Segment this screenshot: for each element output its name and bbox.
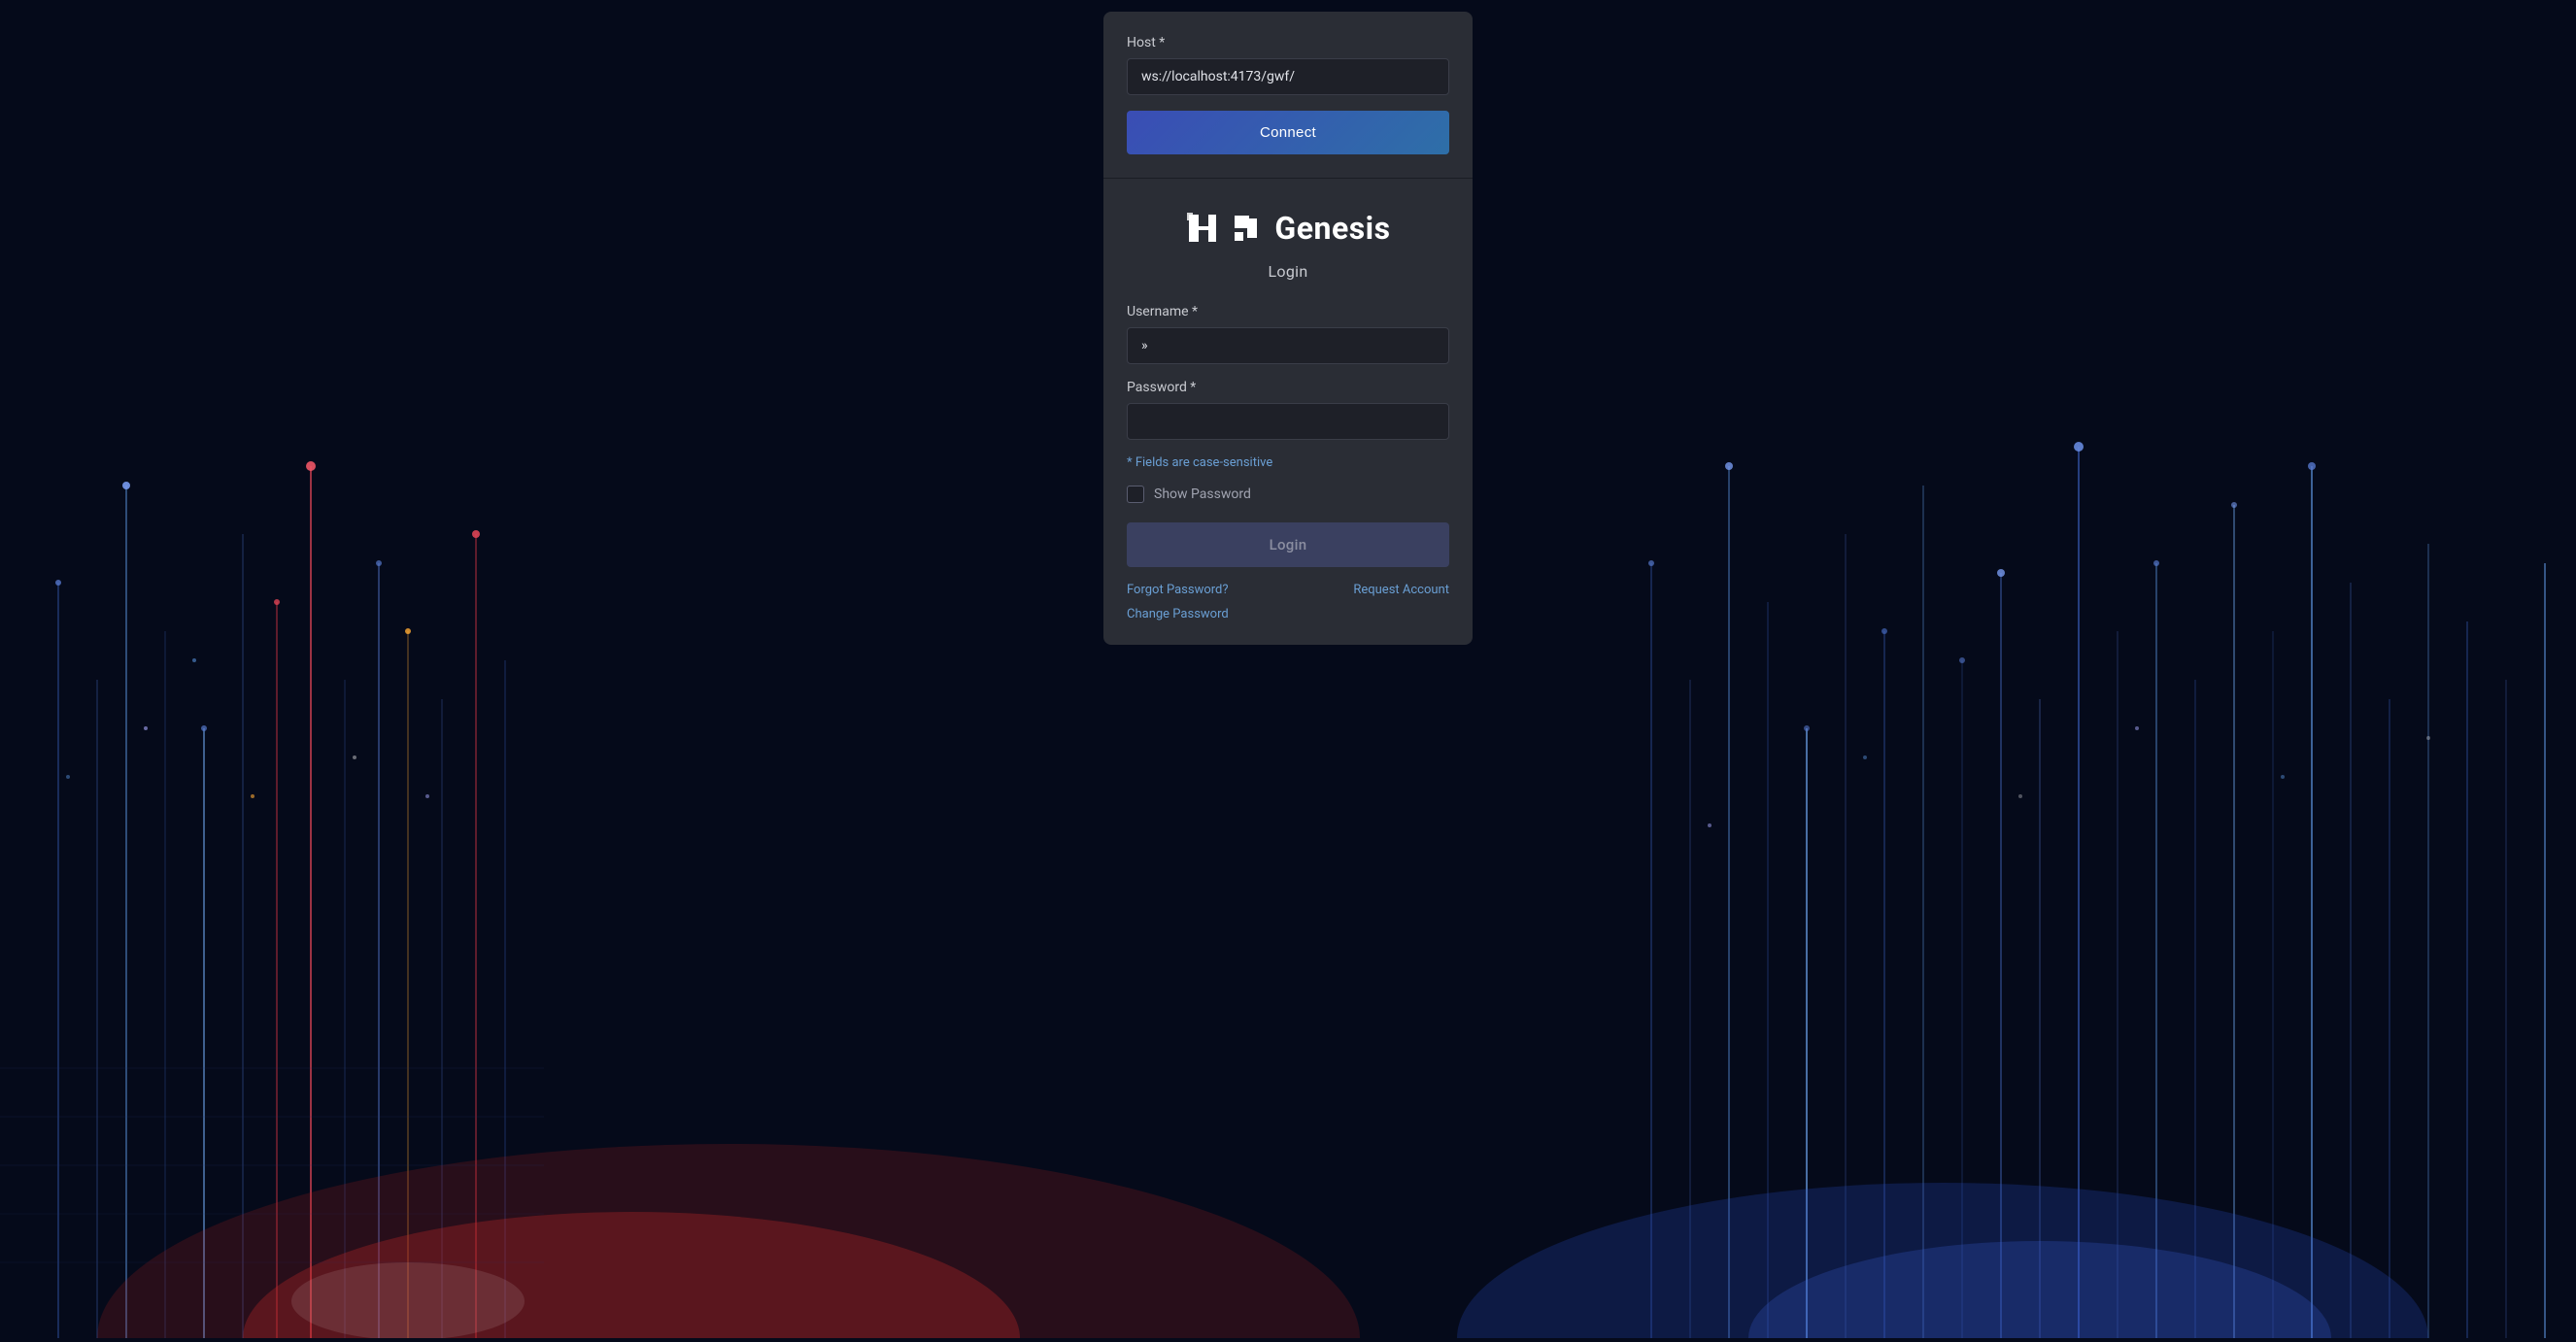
- login-title: Login: [1127, 262, 1449, 281]
- main-content: Host * Connect Genesis Login Username: [0, 0, 2576, 1338]
- password-input[interactable]: [1127, 403, 1449, 440]
- genesis-logo: Genesis: [1127, 210, 1449, 247]
- change-password-row: Change Password: [1127, 603, 1449, 621]
- request-account-link[interactable]: Request Account: [1353, 583, 1449, 597]
- genesis-brand-icon: [1230, 211, 1265, 246]
- show-password-label: Show Password: [1154, 486, 1251, 502]
- host-label: Host *: [1127, 35, 1449, 50]
- host-input[interactable]: [1127, 58, 1449, 95]
- password-label: Password *: [1127, 380, 1449, 395]
- username-input[interactable]: [1127, 327, 1449, 364]
- username-label: Username *: [1127, 304, 1449, 319]
- login-button[interactable]: Login: [1127, 522, 1449, 567]
- connect-button[interactable]: Connect: [1127, 111, 1449, 154]
- forgot-password-link[interactable]: Forgot Password?: [1127, 583, 1229, 597]
- case-sensitive-note: * Fields are case-sensitive: [1127, 455, 1449, 470]
- host-card: Host * Connect: [1103, 12, 1473, 179]
- username-group: Username *: [1127, 304, 1449, 364]
- cards-wrapper: Host * Connect Genesis Login Username: [1103, 12, 1473, 645]
- app-name: Genesis: [1274, 210, 1390, 247]
- password-group: Password *: [1127, 380, 1449, 440]
- show-password-row: Show Password: [1127, 486, 1449, 503]
- login-card: Genesis Login Username * Password * * Fi…: [1103, 179, 1473, 645]
- genesis-logo-icon: [1185, 211, 1220, 246]
- change-password-link[interactable]: Change Password: [1127, 607, 1229, 621]
- links-row: Forgot Password? Request Account: [1127, 583, 1449, 597]
- show-password-checkbox[interactable]: [1127, 486, 1144, 503]
